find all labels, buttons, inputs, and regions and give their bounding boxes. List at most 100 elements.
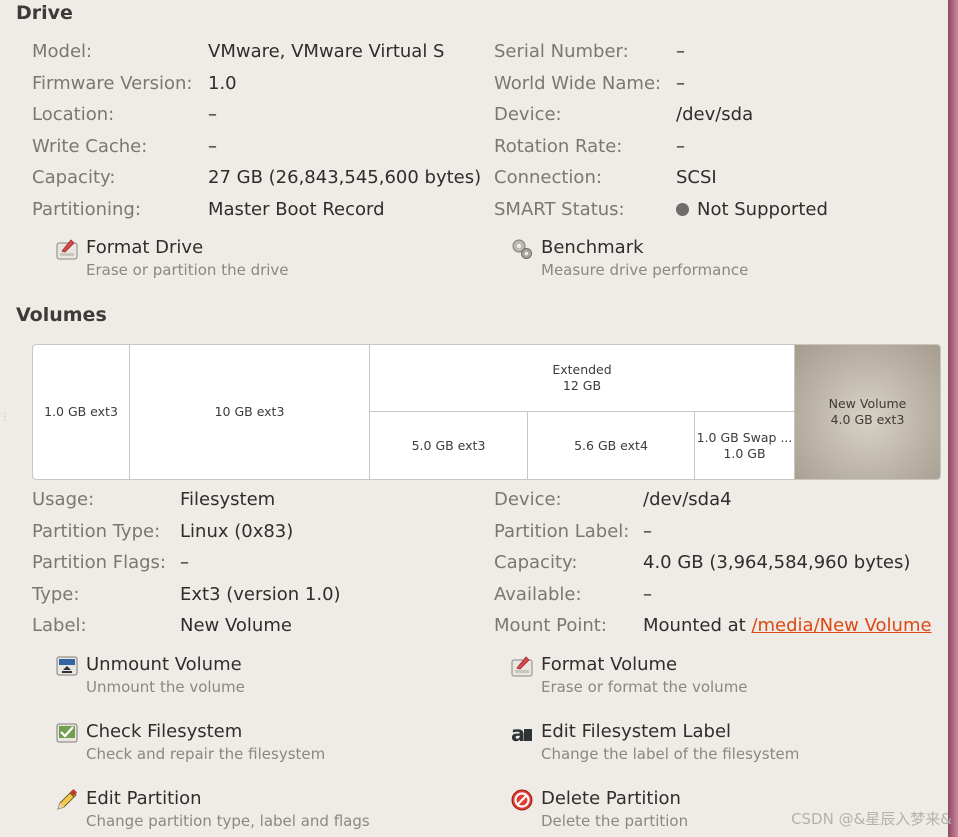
info-label: Mount Point: (494, 615, 607, 636)
benchmark-gears-icon (512, 239, 532, 259)
partition-segment-sda2[interactable]: 10 GB ext3 (130, 345, 370, 479)
info-value: Filesystem (180, 489, 276, 510)
volume-partition-type-row: Partition Type: Linux (0x83) (32, 516, 341, 548)
drive-location-row: Location: – (32, 99, 481, 131)
check-filesystem-icon (56, 723, 78, 743)
info-value: /dev/sda4 (643, 489, 732, 510)
info-label: Location: (32, 104, 115, 125)
partition-segment-sda6[interactable]: 5.6 GB ext4 (528, 412, 695, 479)
volume-info-right: Device: /dev/sda4 Partition Label: – Capac… (494, 484, 932, 642)
delete-partition-button[interactable]: Delete Partition Delete the partition (510, 788, 688, 831)
segment-size: 1.0 GB (723, 445, 766, 461)
unmount-volume-button[interactable]: Unmount Volume Unmount the volume (55, 654, 245, 697)
delete-icon (511, 789, 533, 811)
info-value: Mounted at /media/New Volume (643, 610, 932, 642)
info-label: Type: (32, 583, 80, 605)
action-description: Change the label of the filesystem (541, 745, 800, 763)
drive-model-row: Model: VMware, VMware Virtual S (32, 36, 481, 68)
drive-write-cache-row: Write Cache: – (32, 131, 481, 163)
volumes-section-title: Volumes (16, 304, 107, 326)
volume-mount-point-row: Mount Point: Mounted at /media/New Volume (494, 610, 932, 642)
window-edge (948, 0, 958, 837)
drive-firmware-row: Firmware Version: 1.0 (32, 68, 481, 100)
partition-segment-sda4-selected[interactable]: New Volume 4.0 GB ext3 (794, 345, 940, 479)
info-label: Model: (32, 41, 93, 62)
info-label: World Wide Name: (494, 72, 662, 94)
info-value: 1.0 (208, 72, 237, 94)
drive-info-right: Serial Number: – World Wide Name: – Device… (494, 36, 828, 225)
info-label: Partition Label: (494, 520, 630, 542)
info-value: SCSI (676, 167, 717, 188)
partition-segment-sda1[interactable]: 1.0 GB ext3 (33, 345, 130, 479)
info-value: New Volume (180, 615, 292, 636)
volume-label-row: Label: New Volume (32, 610, 341, 642)
action-description: Delete the partition (541, 812, 689, 830)
text-label-icon: a (511, 722, 532, 745)
action-title: Unmount Volume (86, 654, 242, 675)
segment-size: 4.0 GB ext3 (830, 412, 905, 427)
action-description: Check and repair the filesystem (86, 745, 326, 763)
action-title: Edit Partition (86, 788, 202, 809)
resize-grip: ⋮ (0, 412, 10, 423)
segment-label: 1.0 GB Swap ... (696, 429, 793, 445)
action-title: Check Filesystem (86, 721, 243, 742)
info-label: Capacity: (32, 167, 116, 188)
volume-capacity-row: Capacity: 4.0 GB (3,964,584,960 bytes) (494, 547, 932, 579)
benchmark-button[interactable]: Benchmark Measure drive performance (510, 237, 748, 280)
format-volume-button[interactable]: Format Volume Erase or format the volume (510, 654, 748, 697)
pencil-icon (57, 788, 78, 810)
info-value: – (676, 41, 685, 62)
volume-usage-row: Usage: Filesystem (32, 484, 341, 516)
partition-segment-extended[interactable]: Extended 12 GB (370, 345, 794, 411)
edit-filesystem-label-button[interactable]: a Edit Filesystem Label Change the label… (510, 721, 799, 764)
drive-rotation-row: Rotation Rate: – (494, 131, 828, 163)
info-label: Rotation Rate: (494, 135, 623, 157)
info-label: Available: (494, 583, 582, 605)
drive-info-left: Model: VMware, VMware Virtual S Firmware … (32, 36, 481, 225)
info-value: 27 GB (26,843,545,600 bytes) (208, 167, 482, 188)
action-description: Erase or format the volume (541, 678, 748, 696)
info-label: Partitioning: (32, 198, 141, 220)
drive-partitioning-row: Partitioning: Master Boot Record (32, 194, 481, 226)
action-title: Delete Partition (541, 788, 681, 809)
segment-label: New Volume (828, 396, 907, 411)
info-label: Label: (32, 615, 87, 636)
info-value: – (208, 104, 217, 125)
drive-wwn-row: World Wide Name: – (494, 68, 828, 100)
partition-segment-swap[interactable]: 1.0 GB Swap ... 1.0 GB (695, 412, 794, 479)
volume-partition-label-row: Partition Label: – (494, 516, 932, 548)
info-label: Firmware Version: (32, 72, 193, 94)
format-disk-icon (511, 656, 533, 677)
edit-partition-button[interactable]: Edit Partition Change partition type, la… (55, 788, 370, 831)
status-dot-icon (676, 202, 689, 216)
action-title: Edit Filesystem Label (541, 721, 732, 742)
smart-status-value: Not Supported (697, 198, 828, 220)
info-value: – (676, 72, 685, 94)
info-label: Device: (494, 104, 562, 125)
info-label: Partition Type: (32, 520, 161, 542)
info-label: Device: (494, 489, 562, 510)
drive-connection-row: Connection: SCSI (494, 162, 828, 194)
segment-label: 10 GB ext3 (214, 404, 285, 419)
action-title: Benchmark (541, 237, 644, 258)
segment-size: 12 GB (562, 378, 602, 393)
drive-device-row: Device: /dev/sda (494, 99, 828, 131)
svg-text:a: a (511, 722, 525, 745)
action-title: Format Drive (86, 237, 204, 258)
action-description: Measure drive performance (541, 261, 749, 279)
action-description: Erase or partition the drive (86, 261, 289, 279)
watermark-text: CSDN @&星辰入梦来& (791, 810, 952, 828)
check-filesystem-button[interactable]: Check Filesystem Check and repair the fi… (55, 721, 325, 764)
info-value: – (180, 552, 189, 573)
info-value: Ext3 (version 1.0) (180, 583, 341, 605)
drive-section-title: Drive (16, 2, 73, 24)
drive-smart-row: SMART Status: Not Supported (494, 194, 828, 226)
partition-segment-sda5[interactable]: 5.0 GB ext3 (370, 412, 528, 479)
drive-capacity-row: Capacity: 27 GB (26,843,545,600 bytes) (32, 162, 481, 194)
info-label: SMART Status: (494, 198, 625, 220)
mount-point-link[interactable]: /media/New Volume (751, 615, 931, 636)
info-value: – (643, 520, 652, 542)
segment-label: 5.0 GB ext3 (411, 437, 486, 453)
format-drive-button[interactable]: Format Drive Erase or partition the driv… (55, 237, 289, 280)
info-value: Master Boot Record (208, 198, 385, 220)
